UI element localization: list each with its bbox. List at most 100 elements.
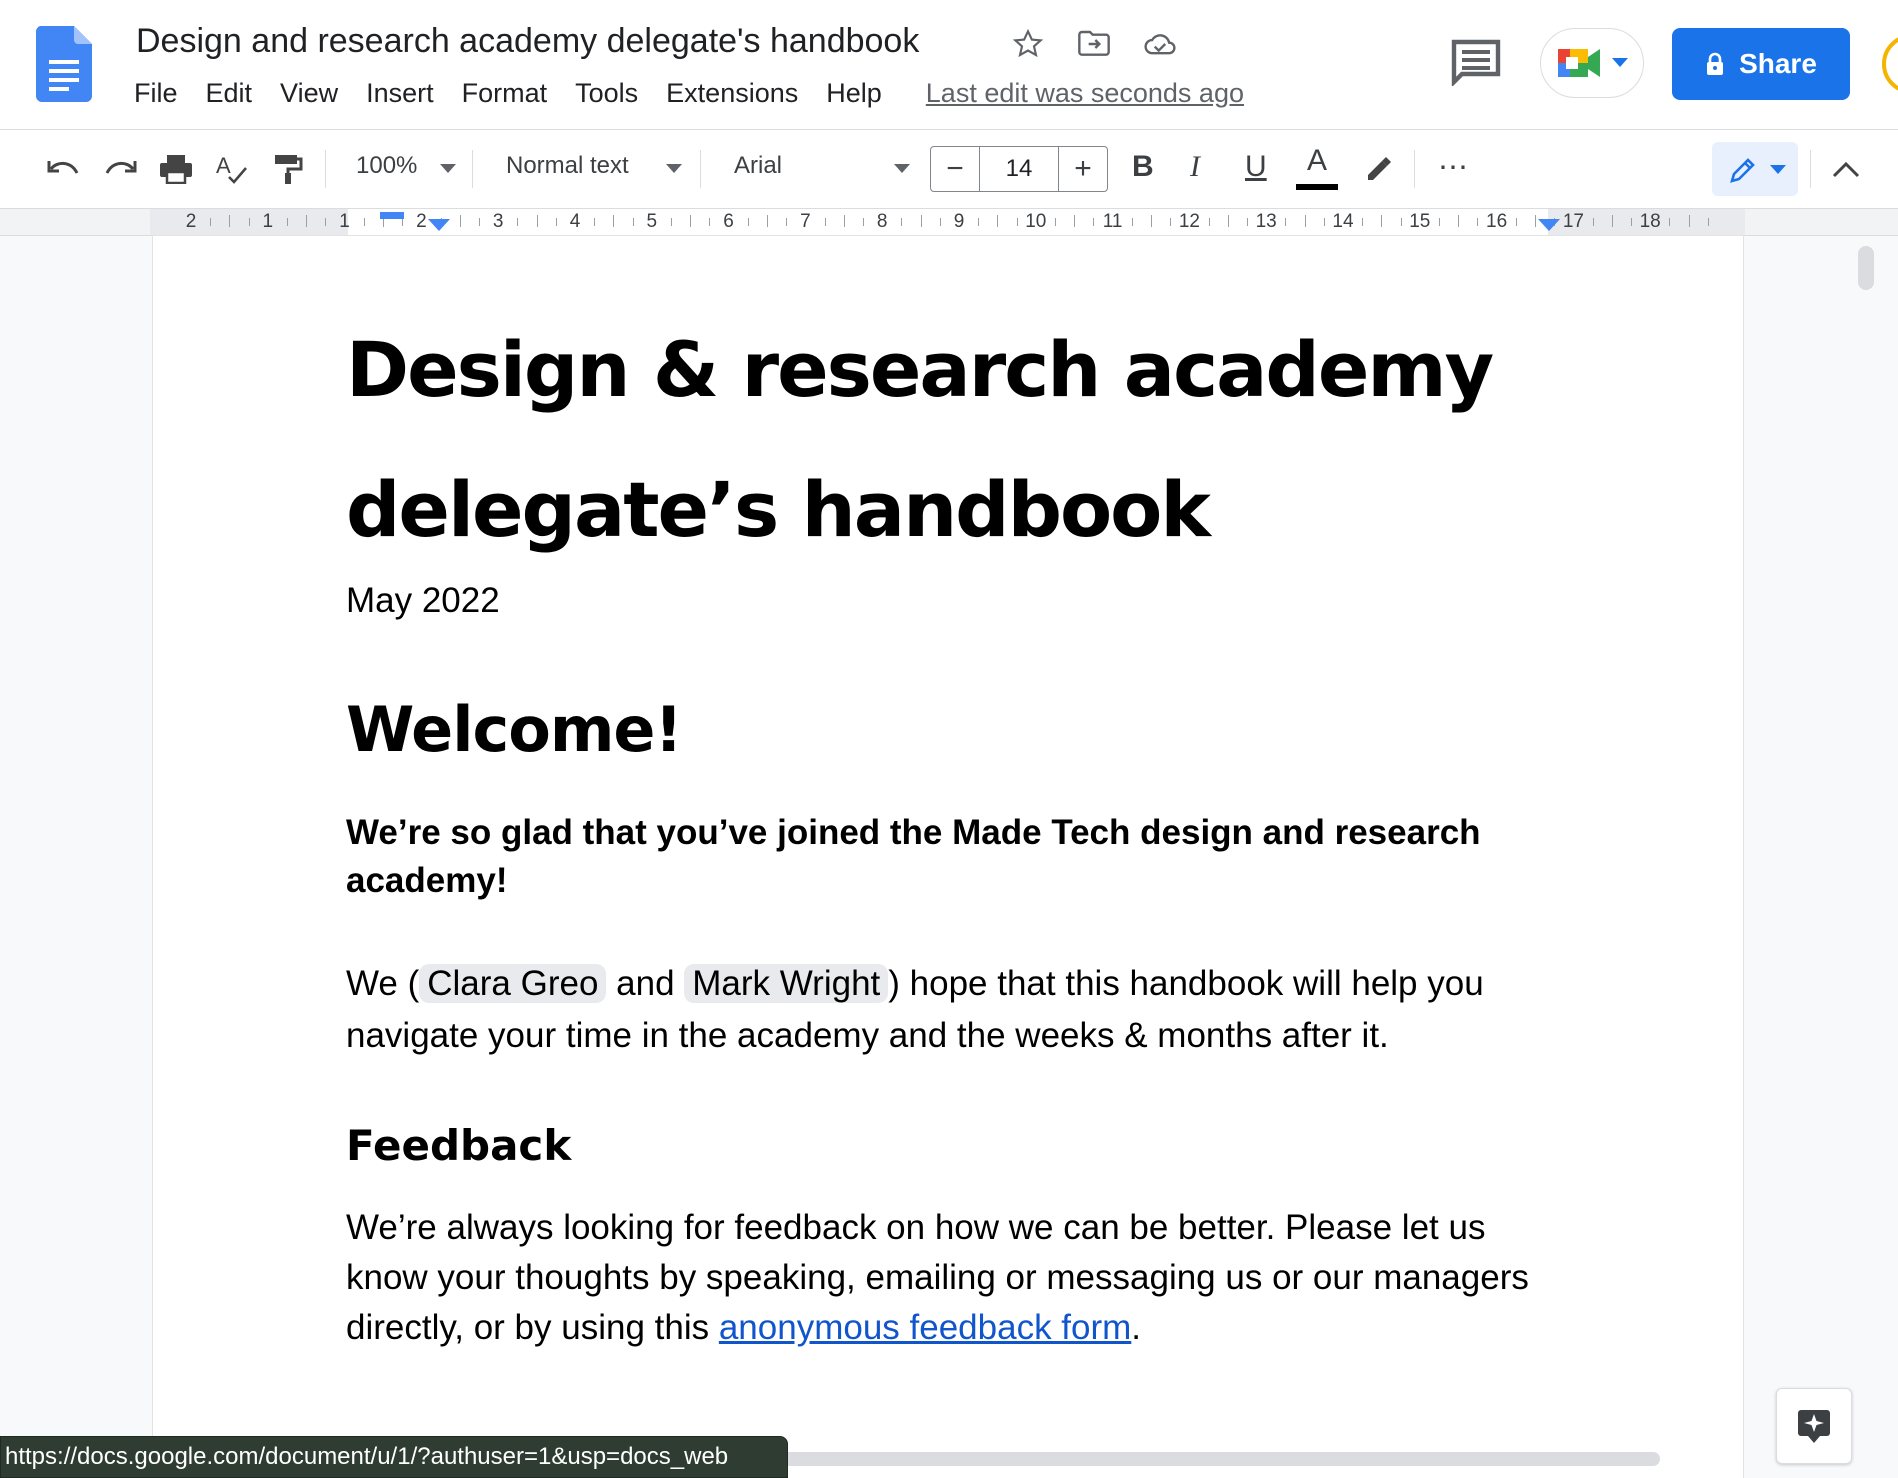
share-label: Share xyxy=(1739,48,1817,79)
ruler-tick xyxy=(287,218,288,226)
print-icon[interactable] xyxy=(156,149,196,189)
last-edit-link[interactable]: Last edit was seconds ago xyxy=(926,78,1244,109)
ruler-tick xyxy=(613,215,615,227)
intro-paragraph[interactable]: We’re so glad that you’ve joined the Mad… xyxy=(346,809,1546,905)
text-color-letter: A xyxy=(1306,144,1327,177)
share-button[interactable]: Share xyxy=(1672,28,1850,100)
ruler-tick xyxy=(1458,215,1460,227)
ruler-tick xyxy=(1515,218,1517,226)
menu-file[interactable]: File xyxy=(134,78,192,109)
svg-text:A: A xyxy=(216,153,231,178)
ruler-tick xyxy=(1323,218,1325,226)
person-chip-mark[interactable]: Mark Wright xyxy=(684,964,889,1003)
italic-button[interactable]: I xyxy=(1190,150,1200,184)
paint-format-icon[interactable] xyxy=(268,149,308,189)
ruler-tick xyxy=(325,218,327,226)
menu-help[interactable]: Help xyxy=(812,78,896,109)
ruler-number: 12 xyxy=(1178,211,1200,232)
style-caret-icon[interactable] xyxy=(666,164,682,173)
ruler-number: 16 xyxy=(1486,211,1508,232)
menu-extensions[interactable]: Extensions xyxy=(652,78,812,109)
ruler[interactable]: 2 1 1 2 3 4 5 6 7 8 9 10 11 12 13 14 15 16 17 18 xyxy=(0,209,1898,236)
undo-icon[interactable] xyxy=(44,149,84,189)
ruler-tick xyxy=(786,218,788,226)
meet-icon xyxy=(1558,49,1600,77)
collapse-toolbar-icon[interactable] xyxy=(1826,149,1866,189)
meet-button[interactable] xyxy=(1540,28,1644,98)
explore-button[interactable] xyxy=(1776,1388,1852,1464)
first-line-indent-marker[interactable] xyxy=(380,212,404,219)
chevron-down-icon xyxy=(1770,165,1786,174)
more-options-button[interactable]: ⋯ xyxy=(1438,150,1469,185)
menu-tools[interactable]: Tools xyxy=(561,78,652,109)
font-select[interactable]: Arial xyxy=(734,152,782,180)
lock-icon xyxy=(1707,52,1724,75)
ruler-tick xyxy=(229,215,231,227)
redo-icon[interactable] xyxy=(100,149,140,189)
move-to-folder-icon[interactable] xyxy=(1074,24,1114,64)
ruler-tick xyxy=(1669,218,1671,226)
ruler-tick xyxy=(978,218,980,226)
comments-icon[interactable] xyxy=(1450,38,1502,86)
menu-view[interactable]: View xyxy=(266,78,352,109)
menu-insert[interactable]: Insert xyxy=(352,78,448,109)
zoom-select[interactable]: 100% xyxy=(356,152,417,180)
ruler-number: 9 xyxy=(953,211,965,232)
star-icon[interactable] xyxy=(1008,24,1048,64)
right-indent-marker-icon[interactable] xyxy=(1538,219,1560,233)
ruler-tick xyxy=(1362,218,1364,226)
font-size-input[interactable]: 14 xyxy=(979,147,1059,191)
ruler-tick xyxy=(1535,215,1536,227)
ruler-tick xyxy=(824,218,826,226)
document-date[interactable]: May 2022 xyxy=(346,581,500,621)
authors-paragraph[interactable]: We (Clara Greo and Mark Wright) hope tha… xyxy=(346,958,1576,1062)
horizontal-scrollbar[interactable] xyxy=(780,1452,1660,1466)
font-size-stepper: − 14 + xyxy=(930,146,1108,192)
ruler-number: 8 xyxy=(876,211,888,232)
ruler-tick xyxy=(1611,215,1613,227)
ruler-tick xyxy=(594,218,596,226)
ruler-tick xyxy=(517,218,519,226)
ruler-tick xyxy=(939,218,941,226)
anonymous-feedback-link[interactable]: anonymous feedback form xyxy=(719,1308,1131,1347)
menu-edit[interactable]: Edit xyxy=(192,78,267,109)
spellcheck-icon[interactable]: A xyxy=(212,149,252,189)
feedback-end: . xyxy=(1131,1308,1142,1347)
heading-line-1: Design & research academy xyxy=(346,325,1494,414)
vertical-scrollbar[interactable] xyxy=(1858,246,1874,290)
docs-logo-icon[interactable] xyxy=(36,26,92,102)
ruler-tick xyxy=(536,215,538,227)
ruler-tick xyxy=(402,218,404,226)
editing-mode-button[interactable] xyxy=(1712,142,1798,196)
formatting-toolbar: A 100% Normal text Arial − 14 + B I U A … xyxy=(0,130,1898,209)
account-avatar[interactable] xyxy=(1882,34,1898,94)
feedback-paragraph[interactable]: We’re always looking for feedback on how… xyxy=(346,1203,1576,1353)
person-chip-clara[interactable]: Clara Greo xyxy=(419,964,607,1003)
increase-font-size-button[interactable]: + xyxy=(1058,147,1107,191)
left-indent-marker-icon[interactable] xyxy=(428,219,450,233)
document-heading[interactable]: Design & research academy delegate’s han… xyxy=(346,300,1606,580)
text-color-button[interactable]: A xyxy=(1294,144,1340,196)
zoom-caret-icon[interactable] xyxy=(440,164,456,173)
bold-button[interactable]: B xyxy=(1132,150,1154,184)
document-page[interactable]: Design & research academy delegate’s han… xyxy=(153,236,1743,1478)
menu-bar: File Edit View Insert Format Tools Exten… xyxy=(134,78,1244,109)
paragraph-style-select[interactable]: Normal text xyxy=(506,152,629,180)
ruler-number: 7 xyxy=(800,211,811,232)
cloud-status-icon[interactable] xyxy=(1140,24,1180,64)
title-icons xyxy=(1008,24,1180,64)
ruler-tick xyxy=(248,218,250,226)
underline-button[interactable]: U xyxy=(1245,150,1267,184)
ruler-tick xyxy=(843,215,845,227)
decrease-font-size-button[interactable]: − xyxy=(931,147,980,191)
document-title[interactable]: Design and research academy delegate's h… xyxy=(136,22,919,61)
highlight-icon[interactable] xyxy=(1358,149,1398,189)
ruler-number: 10 xyxy=(1025,211,1047,232)
ruler-number: 2 xyxy=(416,211,427,232)
title-bar: Design and research academy delegate's h… xyxy=(0,0,1898,130)
ruler-tick xyxy=(1055,218,1056,226)
welcome-heading[interactable]: Welcome! xyxy=(346,693,683,766)
feedback-heading[interactable]: Feedback xyxy=(346,1121,571,1170)
font-caret-icon[interactable] xyxy=(894,164,910,173)
menu-format[interactable]: Format xyxy=(448,78,562,109)
